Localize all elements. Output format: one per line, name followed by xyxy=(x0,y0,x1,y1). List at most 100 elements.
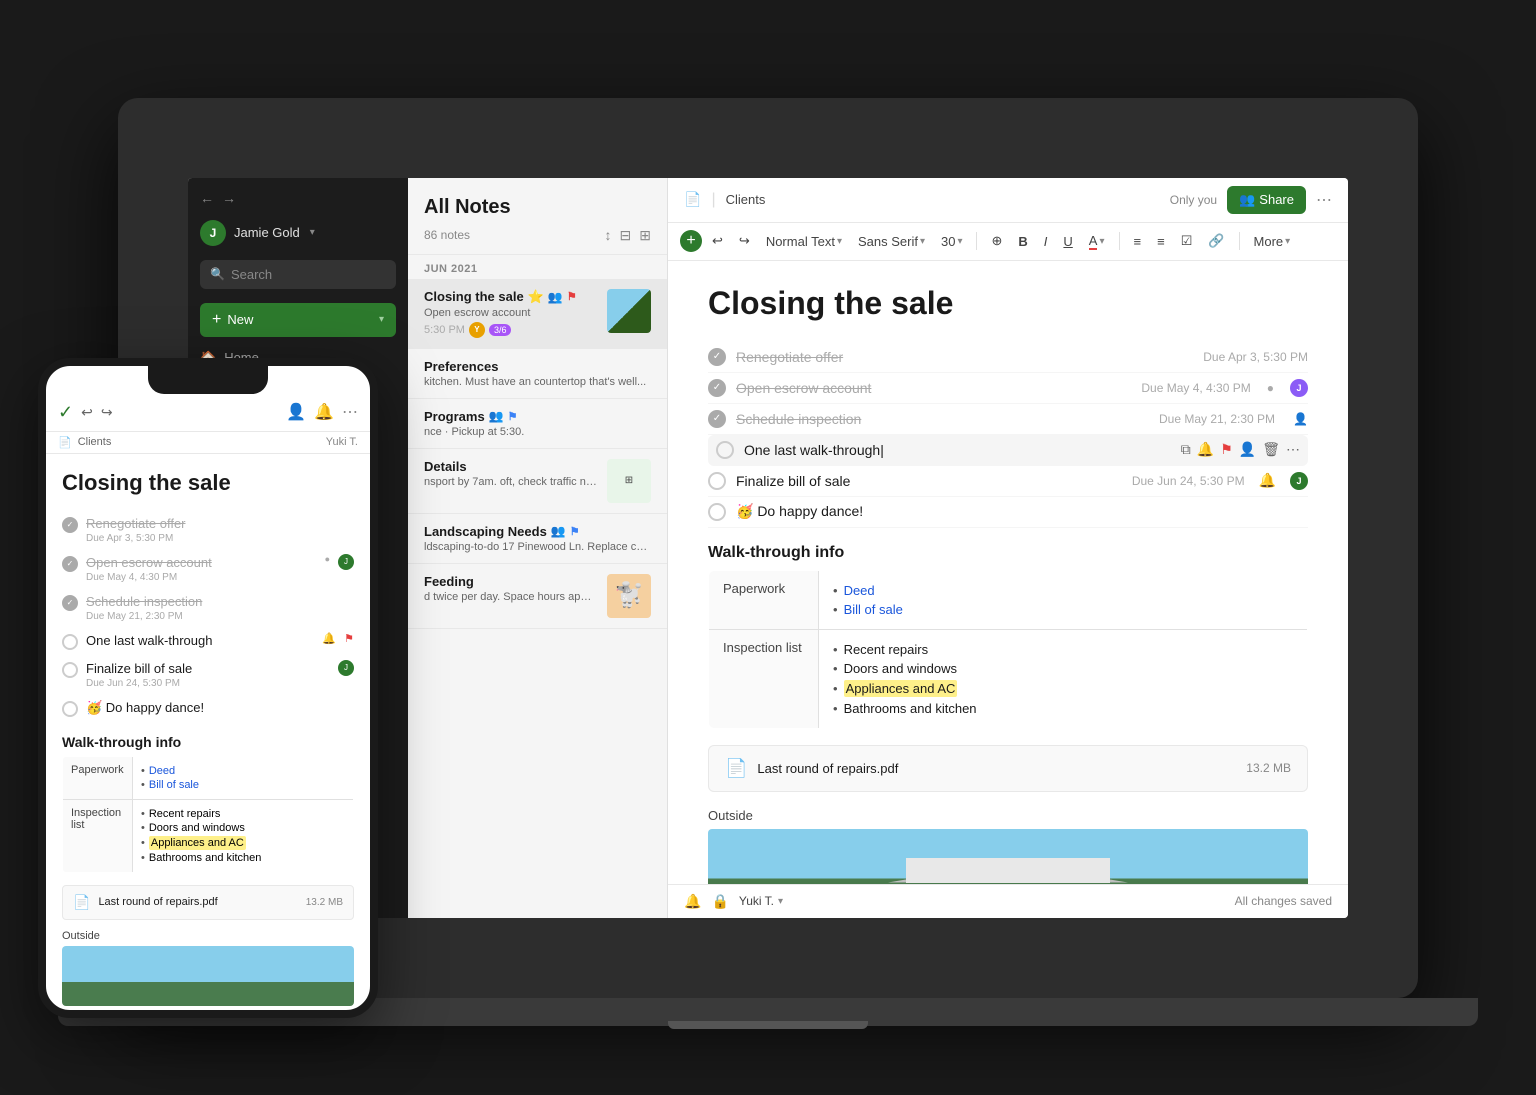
list-item: Doors and windows xyxy=(141,821,345,835)
info-list: Recent repairs Doors and windows Applian… xyxy=(833,640,1293,718)
note-title[interactable]: Closing the sale xyxy=(708,285,1308,322)
search-button[interactable]: 🔍 Search xyxy=(200,260,396,289)
link-button[interactable]: 🔗 xyxy=(1202,229,1230,253)
deed-link[interactable]: Deed xyxy=(844,583,875,598)
task-checkbox[interactable] xyxy=(62,701,78,717)
task-checkbox[interactable]: ✓ xyxy=(708,379,726,397)
task-content: Schedule inspection Due May 21, 2:30 PM xyxy=(86,593,354,622)
task-checkbox[interactable]: ✓ xyxy=(62,595,78,611)
task-checkbox[interactable]: ✓ xyxy=(62,517,78,533)
forward-arrow[interactable]: → xyxy=(222,190,236,206)
task-due-date: Due May 4, 4:30 PM xyxy=(1141,381,1250,395)
note-badge: 3/6 xyxy=(489,324,512,336)
more-icon[interactable]: ⋯ xyxy=(1286,441,1300,458)
back-arrow[interactable]: ← xyxy=(200,190,214,206)
bell-icon[interactable]: 🔔 xyxy=(1197,441,1214,458)
more-icon[interactable]: ⋯ xyxy=(1316,190,1332,210)
more-dropdown[interactable]: More ▾ xyxy=(1248,230,1297,253)
pdf-size: 13.2 MB xyxy=(306,897,343,908)
undo-button[interactable]: ↩ xyxy=(706,229,729,253)
task-due-date: Due Jun 24, 5:30 PM xyxy=(1132,474,1245,488)
task-checkbox[interactable]: ✓ xyxy=(708,410,726,428)
task-actions: ⧉ 🔔 ⚑ 👤 🗑 ⋯ xyxy=(1181,441,1300,458)
new-button[interactable]: + New ▾ xyxy=(200,303,396,337)
note-thumbnail: ⊞ xyxy=(607,459,651,503)
task-checkbox[interactable] xyxy=(708,472,726,490)
redo-icon[interactable]: ↪ xyxy=(101,404,113,421)
trash-icon[interactable]: 🗑 xyxy=(1262,441,1280,458)
flag-icon: ⚑ xyxy=(567,290,577,303)
note-item-closing-sale[interactable]: Closing the sale ⭐ 👥 ⚑ Open escrow accou… xyxy=(408,279,667,349)
person-icon[interactable]: 👤 xyxy=(1239,441,1256,458)
text-style-dropdown[interactable]: Normal Text ▾ xyxy=(760,230,848,253)
add-circle-button[interactable]: ⊕ xyxy=(985,229,1008,253)
bill-of-sale-link[interactable]: Bill of sale xyxy=(844,602,903,617)
editor-footer: 🔔 🔒 Yuki T. ▾ All changes saved xyxy=(668,884,1348,918)
font-size-dropdown[interactable]: 30 ▾ xyxy=(935,230,969,253)
bell-icon[interactable]: 🔔 xyxy=(1259,472,1276,489)
bullet-list-button[interactable]: ≡ xyxy=(1128,230,1148,253)
italic-button[interactable]: I xyxy=(1038,230,1054,253)
task-row: ✓ Schedule inspection Due May 21, 2:30 P… xyxy=(708,404,1308,435)
checklist-button[interactable]: ☑ xyxy=(1175,229,1199,253)
sort-icon[interactable]: ↕ xyxy=(605,227,612,244)
task-text[interactable]: One last walk-through xyxy=(744,442,1171,458)
undo-icon[interactable]: ↩ xyxy=(81,404,93,421)
deed-link[interactable]: Deed xyxy=(149,765,175,777)
user-profile[interactable]: J Jamie Gold ▾ xyxy=(188,214,408,252)
check-icon[interactable]: ✓ xyxy=(58,402,73,423)
flag-icon[interactable]: ⚑ xyxy=(344,632,354,645)
task-row: 🥳 Do happy dance! xyxy=(708,497,1308,528)
phone-pdf-attachment[interactable]: 📄 Last round of repairs.pdf 13.2 MB xyxy=(62,885,354,920)
bell-icon[interactable]: 🔔 xyxy=(684,893,701,910)
share-button[interactable]: 👥 Share xyxy=(1227,186,1306,214)
bell-icon[interactable]: 🔔 xyxy=(314,402,334,422)
task-checkbox[interactable] xyxy=(716,441,734,459)
lock-icon[interactable]: 🔒 xyxy=(711,893,728,910)
pdf-attachment[interactable]: 📄 Last round of repairs.pdf 13.2 MB xyxy=(708,745,1308,792)
user-selector[interactable]: Yuki T. ▾ xyxy=(739,894,783,908)
person-icon[interactable]: 👤 xyxy=(286,402,306,422)
note-item-feeding[interactable]: Feeding d twice per day. Space hours apa… xyxy=(408,564,667,629)
underline-button[interactable]: U xyxy=(1057,230,1078,253)
note-item-programs[interactable]: Programs 👥 ⚑ nce · Pickup at 5:30. xyxy=(408,399,667,449)
task-row: Finalize bill of sale Due Jun 24, 5:30 P… xyxy=(708,466,1308,497)
editor-topbar: 📄 | Clients Only you 👥 Share ⋯ xyxy=(668,178,1348,223)
note-preview: nce · Pickup at 5:30. xyxy=(424,426,651,438)
more-icon[interactable]: ⋯ xyxy=(342,402,358,422)
task-checkbox[interactable] xyxy=(62,634,78,650)
note-item-landscaping[interactable]: Landscaping Needs 👥 ⚑ ldscaping-to-do 17… xyxy=(408,514,667,564)
pdf-name: Last round of repairs.pdf xyxy=(98,896,297,908)
status-dot: ● xyxy=(1267,381,1274,395)
note-name: Feeding xyxy=(424,574,597,589)
task-due: Due May 21, 2:30 PM xyxy=(86,611,354,622)
bell-icon[interactable]: 🔔 xyxy=(322,632,336,645)
notes-count: 86 notes xyxy=(424,228,470,242)
task-due-date: Due Apr 3, 5:30 PM xyxy=(1203,350,1308,364)
numbered-list-button[interactable]: ≡ xyxy=(1151,230,1171,253)
table-cell-label: Inspection list xyxy=(709,629,819,728)
copy-icon[interactable]: ⧉ xyxy=(1181,441,1191,458)
bold-button[interactable]: B xyxy=(1012,230,1033,253)
people-icon: 👥 xyxy=(489,409,504,423)
filter-icon[interactable]: ⊟ xyxy=(620,227,632,244)
task-checkbox[interactable] xyxy=(62,662,78,678)
note-item-details[interactable]: Details nsport by 7am. oft, check traffi… xyxy=(408,449,667,514)
bill-link[interactable]: Bill of sale xyxy=(149,779,199,791)
font-family-dropdown[interactable]: Sans Serif ▾ xyxy=(852,230,931,253)
chevron-down-icon: ▾ xyxy=(1285,236,1290,247)
task-checkbox[interactable]: ✓ xyxy=(708,348,726,366)
phone-doc-bar: 📄 Clients Yuki T. xyxy=(46,432,370,454)
list-item: Recent repairs xyxy=(141,807,345,821)
text-color-dropdown[interactable]: A ▾ xyxy=(1083,229,1111,254)
grid-icon[interactable]: ⊞ xyxy=(639,227,651,244)
table-content: Deed Bill of sale xyxy=(133,756,354,799)
task-checkbox[interactable]: ✓ xyxy=(62,556,78,572)
phone-notch xyxy=(148,366,268,394)
flag-icon[interactable]: ⚑ xyxy=(1220,441,1233,458)
phone-note-title[interactable]: Closing the sale xyxy=(62,470,354,496)
add-content-button[interactable]: + xyxy=(680,230,702,252)
redo-button[interactable]: ↪ xyxy=(733,229,756,253)
note-item-preferences[interactable]: Preferences kitchen. Must have an counte… xyxy=(408,349,667,399)
task-checkbox[interactable] xyxy=(708,503,726,521)
